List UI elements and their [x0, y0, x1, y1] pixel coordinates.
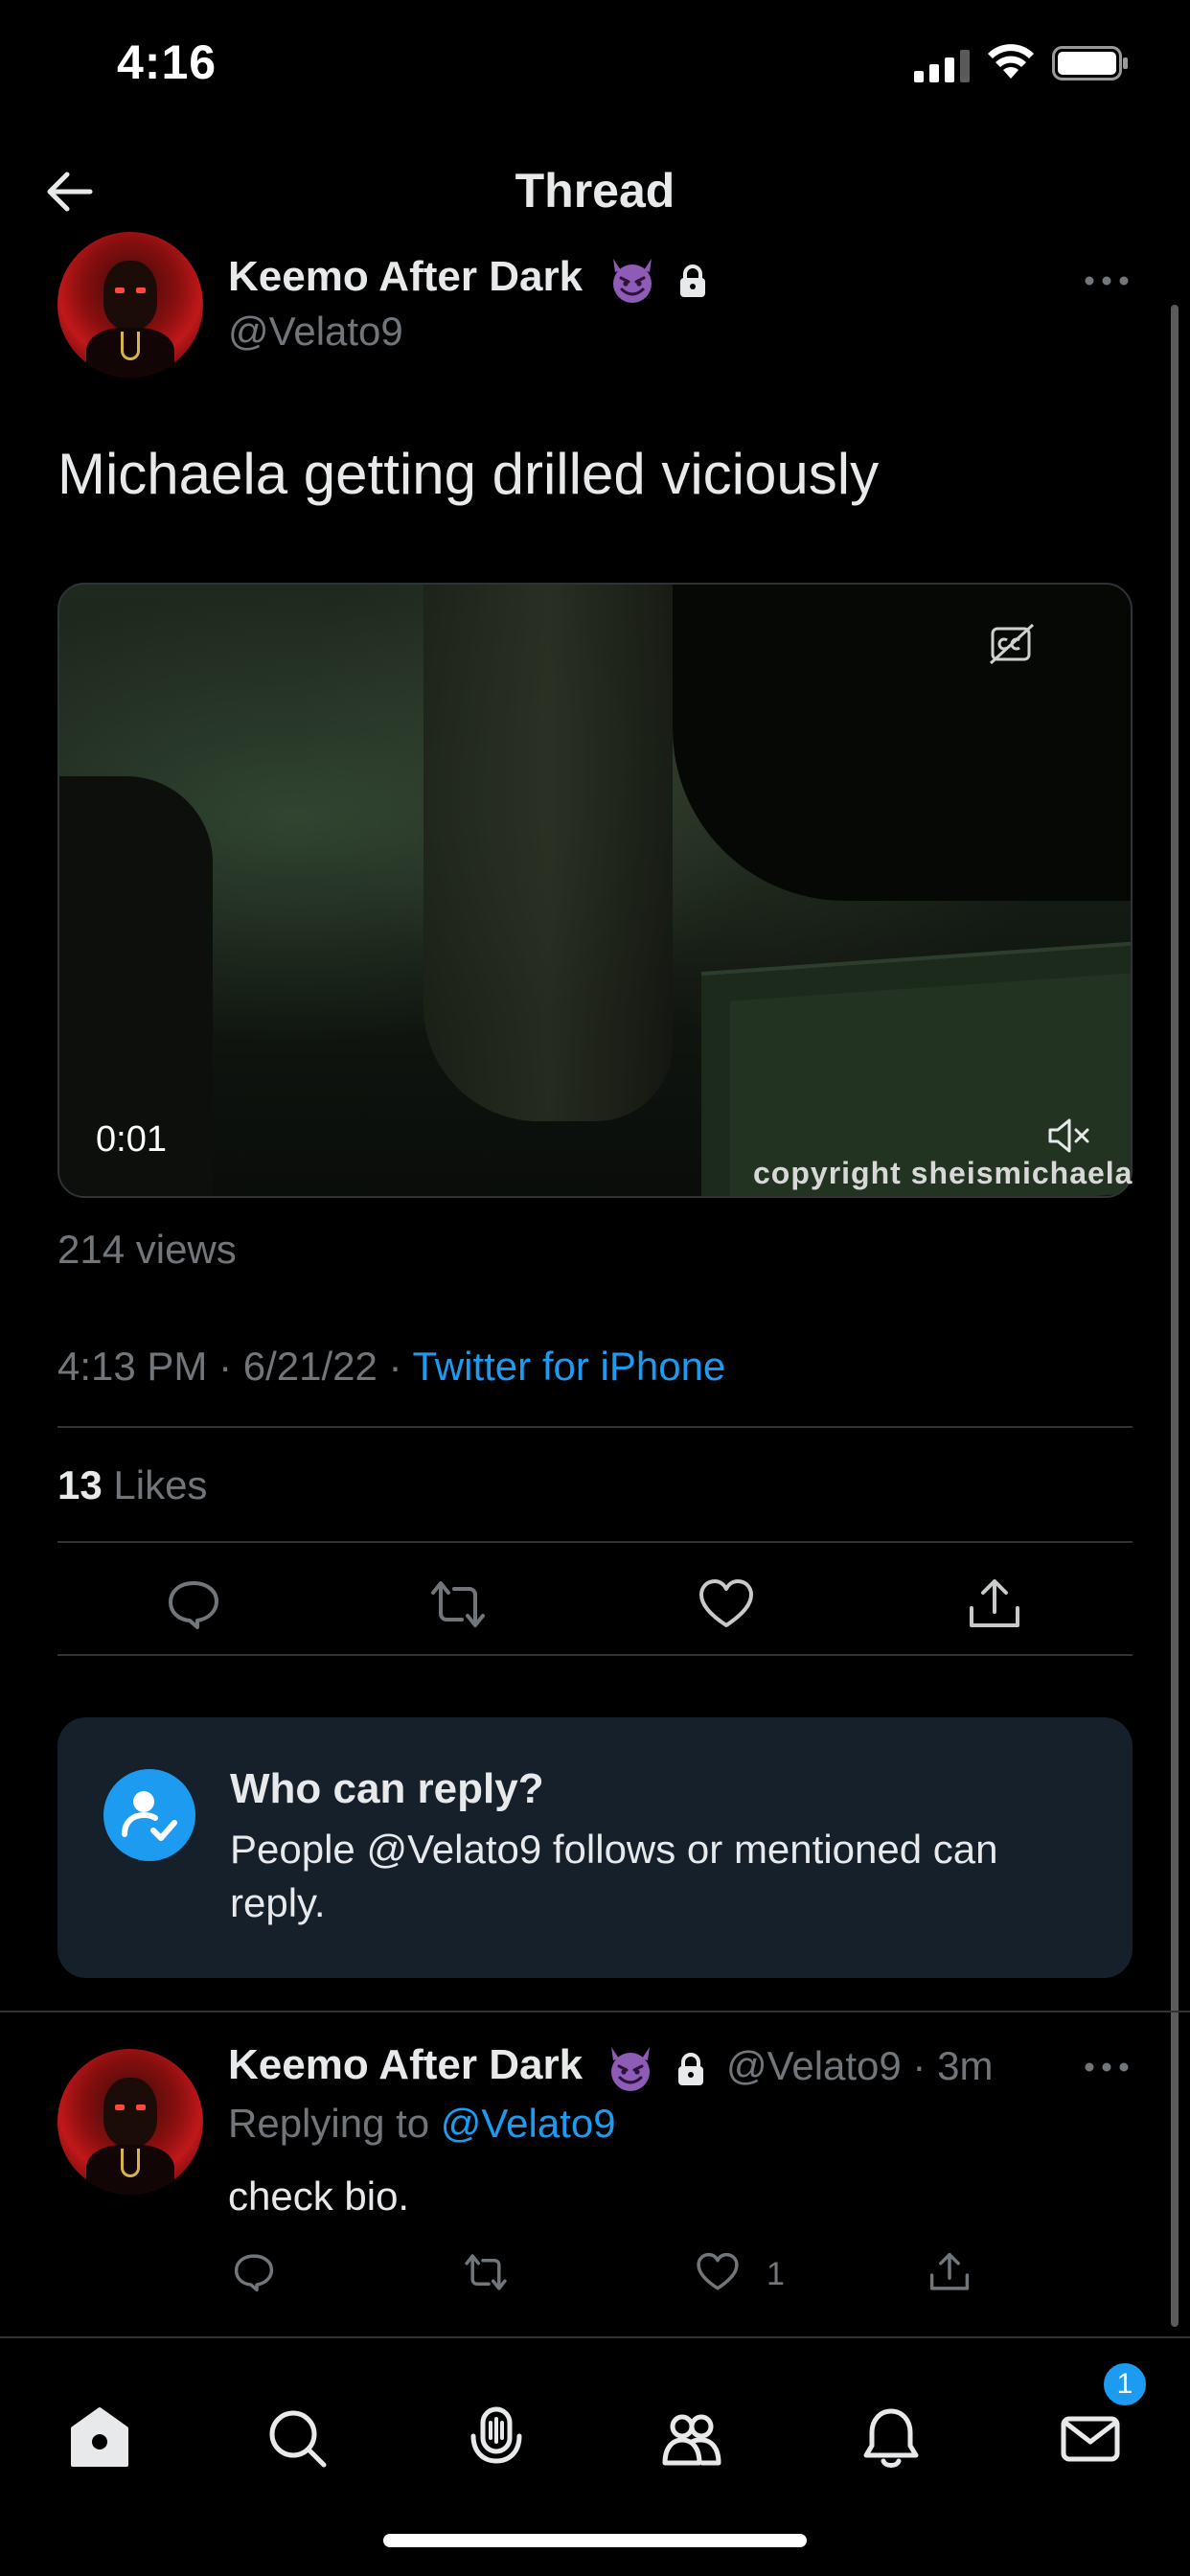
who-can-reply-title: Who can reply?: [230, 1765, 544, 1812]
search-icon[interactable]: [264, 2405, 330, 2471]
smiling-devil-emoji-icon: [611, 2047, 650, 2091]
status-bar: 4:16: [0, 0, 1190, 134]
page-title: Thread: [515, 164, 675, 218]
tweet-text: Michaela getting drilled viciously: [57, 442, 880, 506]
view-count: 214 views: [57, 1227, 237, 1272]
share-icon[interactable]: [966, 1576, 1023, 1633]
more-options-icon[interactable]: [1083, 2060, 1131, 2074]
divider: [57, 1654, 1133, 1656]
tweet-metadata: 4:13 PM · 6/21/22 · Twitter for iPhone: [57, 1344, 726, 1389]
share-icon[interactable]: [927, 2250, 972, 2294]
divider: [57, 1541, 1133, 1543]
reply-handle-time[interactable]: @Velato9 · 3m: [726, 2043, 993, 2089]
muted-speaker-icon[interactable]: [1046, 1116, 1090, 1156]
video-watermark: copyright sheismichaela: [753, 1156, 1133, 1190]
tweet-video[interactable]: [57, 583, 1133, 1198]
divider: [57, 1426, 1133, 1428]
communities-icon[interactable]: [659, 2405, 724, 2471]
retweet-icon[interactable]: [464, 2250, 508, 2294]
avatar[interactable]: [57, 232, 203, 378]
reply-like-count: 1: [767, 2256, 785, 2292]
section-divider: [0, 2011, 1190, 2012]
like-heart-icon[interactable]: [698, 1576, 755, 1633]
video-duration: 0:01: [96, 1119, 167, 1160]
reply-text: check bio.: [228, 2174, 410, 2219]
protected-lock-icon: [680, 264, 705, 297]
tweet-source-link[interactable]: Twitter for iPhone: [412, 1344, 725, 1389]
cellular-signal-icon: [914, 50, 970, 82]
protected-lock-icon: [678, 2053, 703, 2085]
more-options-icon[interactable]: [1083, 274, 1131, 288]
reply-avatar[interactable]: [57, 2049, 203, 2195]
notifications-bell-icon[interactable]: [858, 2405, 924, 2471]
author-handle[interactable]: @Velato9: [228, 309, 403, 355]
captions-off-icon[interactable]: [989, 623, 1035, 665]
retweet-icon[interactable]: [429, 1576, 487, 1633]
status-time: 4:16: [117, 35, 217, 89]
thread-header: Thread: [0, 144, 1190, 240]
reply-icon[interactable]: [165, 1576, 222, 1633]
like-heart-icon[interactable]: [696, 2250, 740, 2294]
tweet-time: 4:13 PM: [57, 1344, 208, 1389]
replying-to: Replying to @Velato9: [228, 2101, 616, 2146]
smiling-devil-emoji-icon: [613, 259, 652, 303]
reply-author-name[interactable]: Keemo After Dark: [228, 2041, 583, 2088]
author-name[interactable]: Keemo After Dark: [228, 253, 583, 301]
wifi-icon: [988, 44, 1034, 79]
replying-to-mention[interactable]: @Velato9: [441, 2101, 616, 2146]
who-can-reply-card: Who can reply? People @Velato9 follows o…: [57, 1717, 1133, 1978]
battery-icon: [1052, 46, 1128, 80]
reply-restriction-icon: [103, 1769, 195, 1861]
scrollbar[interactable]: [1171, 305, 1179, 2327]
spaces-icon[interactable]: [464, 2405, 529, 2471]
home-icon[interactable]: [67, 2405, 132, 2471]
likes-summary[interactable]: 13 Likes: [57, 1462, 207, 1508]
messages-badge: 1: [1100, 2359, 1150, 2409]
home-indicator[interactable]: [383, 2534, 807, 2547]
messages-icon[interactable]: [1058, 2405, 1123, 2471]
who-can-reply-body: People @Velato9 follows or mentioned can…: [230, 1827, 998, 1925]
tweet-date: 6/21/22: [242, 1344, 378, 1389]
likes-label: Likes: [102, 1462, 208, 1507]
likes-count: 13: [57, 1462, 103, 1507]
reply-icon[interactable]: [232, 2250, 276, 2294]
reply-author-line[interactable]: Keemo After Dark: [228, 2041, 583, 2089]
